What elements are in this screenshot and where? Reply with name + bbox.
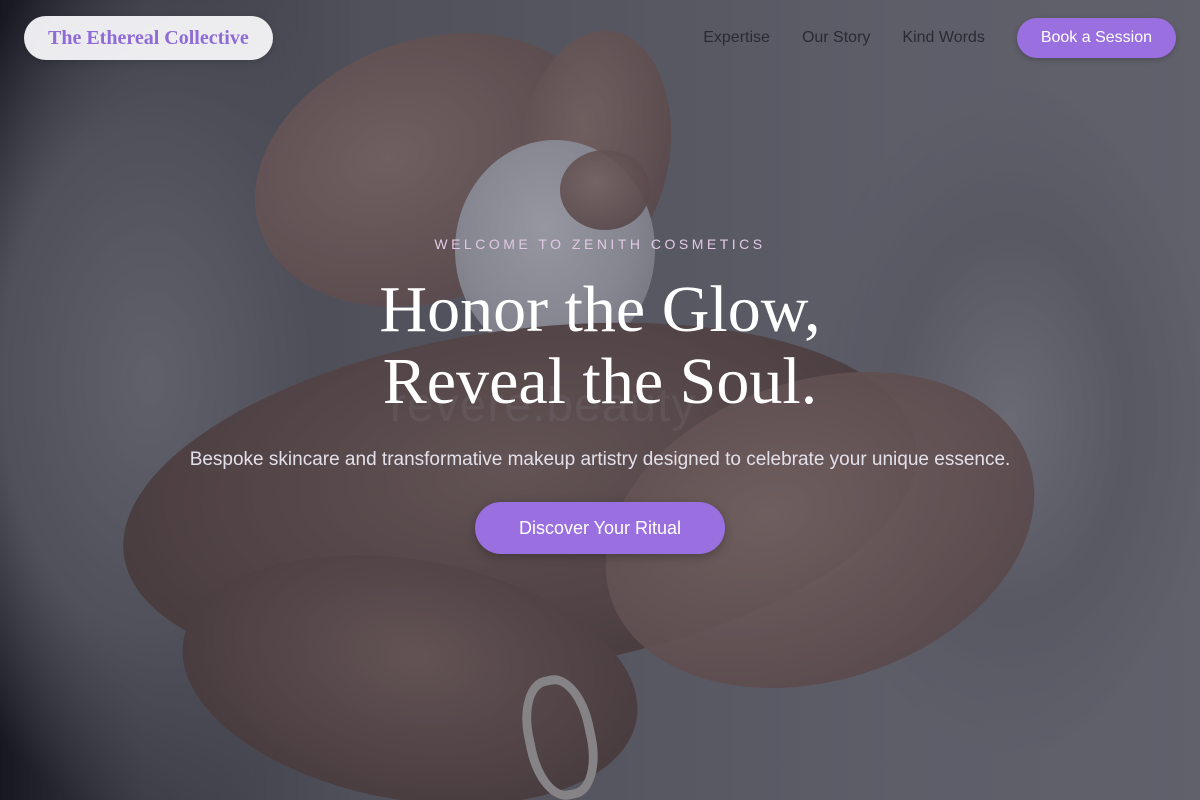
hero-headline-line-2: Reveal the Soul. (382, 345, 818, 418)
brand-logo[interactable]: The Ethereal Collective (24, 16, 273, 60)
discover-ritual-button[interactable]: Discover Your Ritual (475, 502, 725, 554)
main-nav: Expertise Our Story Kind Words Book a Se… (703, 18, 1176, 58)
hero-headline-line-1: Honor the Glow, (379, 273, 821, 346)
nav-link-our-story[interactable]: Our Story (802, 29, 870, 47)
nav-link-kind-words[interactable]: Kind Words (902, 29, 984, 47)
hero-section: Welcome to Zenith Cosmetics Honor the Gl… (0, 236, 1200, 554)
hero-eyebrow: Welcome to Zenith Cosmetics (434, 236, 766, 252)
hero-subtitle: Bespoke skincare and transformative make… (189, 449, 1011, 470)
nav-link-expertise[interactable]: Expertise (703, 29, 770, 47)
hero-headline: Honor the Glow, Reveal the Soul. (0, 274, 1200, 418)
book-session-button[interactable]: Book a Session (1016, 18, 1176, 58)
